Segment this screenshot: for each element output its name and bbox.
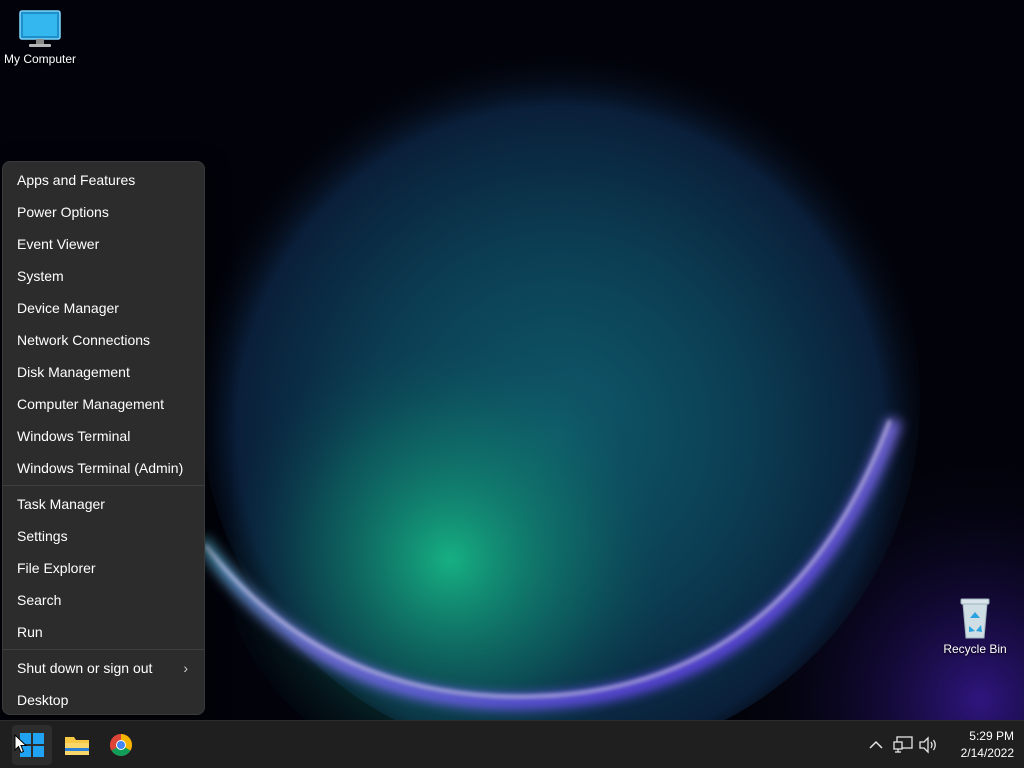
clock-date: 2/14/2022 bbox=[960, 746, 1014, 760]
clock[interactable]: 5:29 PM 2/14/2022 bbox=[944, 728, 1014, 762]
clock-time: 5:29 PM bbox=[969, 729, 1014, 743]
recycle-bin-icon bbox=[960, 598, 990, 639]
desktop-icon-label: My Computer bbox=[3, 52, 77, 66]
menu-item-task-manager[interactable]: Task Manager bbox=[7, 488, 200, 520]
show-hidden-icons-button[interactable] bbox=[864, 733, 888, 757]
menu-item-shut-down-or-sign-out[interactable]: Shut down or sign out › bbox=[7, 652, 200, 684]
menu-item-power-options[interactable]: Power Options bbox=[7, 196, 200, 228]
start-button[interactable] bbox=[12, 725, 52, 765]
network-button[interactable] bbox=[891, 733, 915, 757]
menu-item-event-viewer[interactable]: Event Viewer bbox=[7, 228, 200, 260]
desktop-icon-my-computer[interactable]: My Computer bbox=[0, 8, 80, 66]
menu-item-run[interactable]: Run bbox=[7, 616, 200, 648]
menu-item-windows-terminal[interactable]: Windows Terminal bbox=[7, 420, 200, 452]
taskbar: 5:29 PM 2/14/2022 bbox=[0, 720, 1024, 768]
menu-item-apps-and-features[interactable]: Apps and Features bbox=[7, 164, 200, 196]
windows-start-icon bbox=[20, 733, 44, 757]
menu-item-desktop[interactable]: Desktop bbox=[7, 684, 200, 716]
volume-icon bbox=[919, 736, 936, 754]
menu-item-disk-management[interactable]: Disk Management bbox=[7, 356, 200, 388]
chevron-up-icon bbox=[869, 740, 883, 749]
file-explorer-icon bbox=[65, 737, 89, 755]
desktop-icon-recycle-bin[interactable]: Recycle Bin bbox=[935, 596, 1015, 656]
network-icon bbox=[893, 736, 913, 753]
menu-item-device-manager[interactable]: Device Manager bbox=[7, 292, 200, 324]
volume-button[interactable] bbox=[916, 733, 940, 757]
menu-item-system[interactable]: System bbox=[7, 260, 200, 292]
menu-item-label: Shut down or sign out bbox=[17, 660, 153, 676]
desktop-icon-label: Recycle Bin bbox=[943, 642, 1007, 656]
menu-item-windows-terminal-admin[interactable]: Windows Terminal (Admin) bbox=[7, 452, 200, 484]
menu-separator bbox=[3, 485, 204, 486]
menu-item-network-connections[interactable]: Network Connections bbox=[7, 324, 200, 356]
chrome-button[interactable] bbox=[101, 725, 141, 765]
menu-item-computer-management[interactable]: Computer Management bbox=[7, 388, 200, 420]
menu-item-settings[interactable]: Settings bbox=[7, 520, 200, 552]
monitor-icon bbox=[19, 10, 61, 47]
file-explorer-button[interactable] bbox=[57, 725, 97, 765]
menu-item-search[interactable]: Search bbox=[7, 584, 200, 616]
menu-separator bbox=[3, 649, 204, 650]
chrome-icon bbox=[110, 734, 132, 756]
winx-context-menu: Apps and Features Power Options Event Vi… bbox=[2, 161, 205, 715]
menu-item-file-explorer[interactable]: File Explorer bbox=[7, 552, 200, 584]
chevron-right-icon: › bbox=[183, 660, 188, 676]
